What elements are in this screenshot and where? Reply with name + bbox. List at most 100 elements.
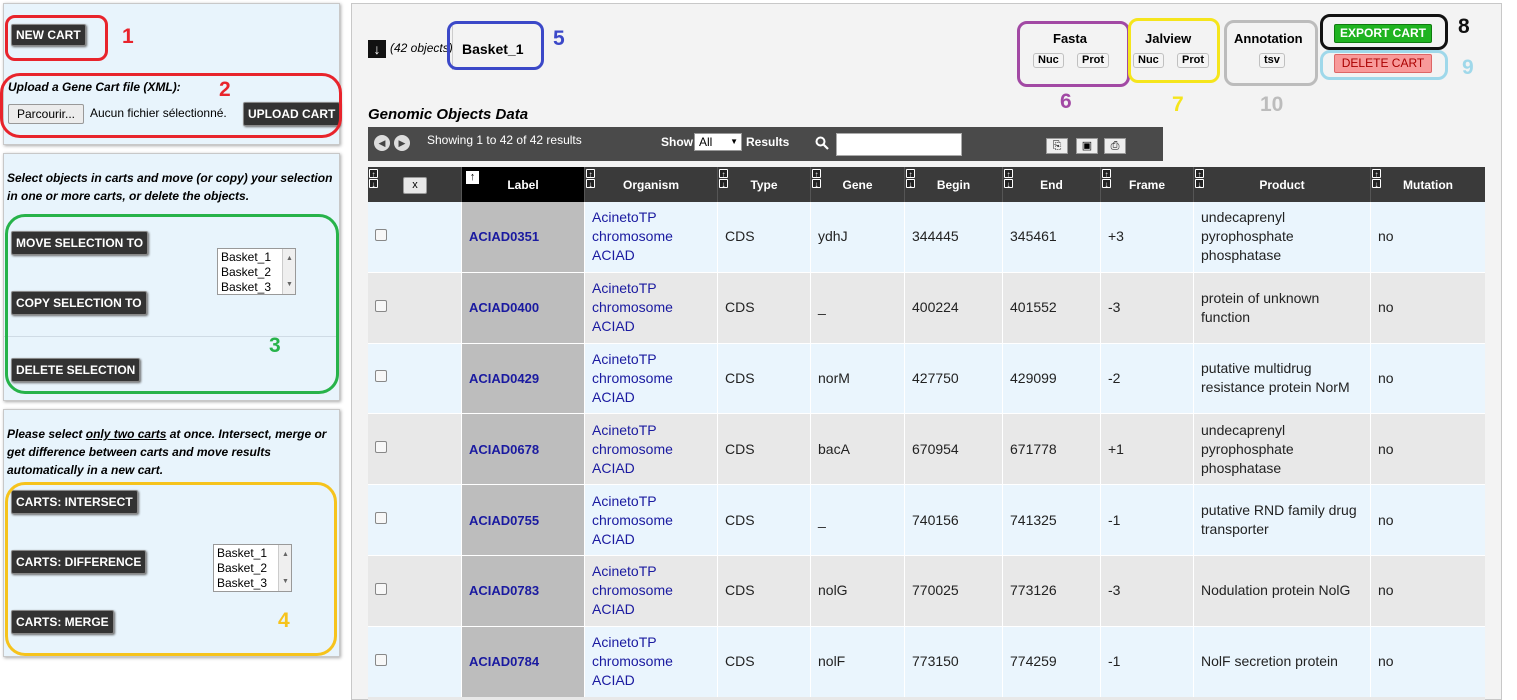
clear-selection-button[interactable]: x [403, 177, 427, 194]
column-header-label[interactable]: ↑ Label [462, 167, 585, 202]
column-header-type[interactable]: ↑ ↓ Type [718, 167, 811, 202]
object-label-link[interactable]: ACIAD0784 [469, 652, 539, 671]
column-header-gene[interactable]: ↑ ↓ Gene [811, 167, 905, 202]
begin-value: 740156 [912, 511, 959, 528]
cell-org: AcinetoTP chromosome ACIAD [585, 556, 718, 626]
column-header-product[interactable]: ↑ ↓ Product [1194, 167, 1371, 202]
show-select[interactable]: All ▼ [694, 133, 742, 151]
column-header-frame[interactable]: ↑ ↓ Frame [1101, 167, 1194, 202]
object-label-link[interactable]: ACIAD0429 [469, 369, 539, 388]
cell-end: 671778 [1003, 414, 1101, 485]
organism-line: ACIAD [592, 672, 635, 689]
sort-icon[interactable]: ↑ ↓ [1195, 169, 1204, 189]
cell-org: AcinetoTP chromosome ACIAD [585, 626, 718, 697]
object-label-link[interactable]: ACIAD0783 [469, 581, 539, 600]
organism-line: ACIAD [592, 388, 635, 405]
sort-up-icon[interactable]: ↑ [466, 171, 479, 184]
cell-gene: _ [811, 485, 905, 555]
cell-prod: putative multidrug resistance protein Nor… [1194, 343, 1371, 414]
search-input[interactable] [836, 133, 962, 156]
row-checkbox[interactable] [375, 370, 387, 383]
object-label-link[interactable]: ACIAD0678 [469, 440, 539, 459]
column-header-begin[interactable]: ↑ ↓ Begin [905, 167, 1003, 202]
annotation-ring-2 [0, 73, 342, 138]
cell-prod: undecaprenyl pyrophosphate phosphatase [1194, 202, 1371, 272]
copy-icon[interactable]: ⎘ [1046, 138, 1068, 154]
column-header-mutation[interactable]: ↑ ↓ Mutation [1371, 167, 1485, 202]
sort-icon[interactable]: ↑ ↓ [1372, 169, 1381, 189]
organism-line: ACIAD [592, 530, 635, 547]
product-text: putative RND family drug transporter [1201, 501, 1357, 539]
cell-mutation: no [1371, 556, 1485, 626]
organism-link[interactable]: AcinetoTP chromosome ACIAD [592, 208, 673, 265]
cell-end: 429099 [1003, 343, 1101, 414]
download-arrow-icon[interactable]: ↓ [368, 40, 386, 58]
row-checkbox[interactable] [375, 512, 387, 525]
product-line: NolF secretion protein [1201, 653, 1338, 670]
end-value: 345461 [1010, 228, 1057, 245]
cell-cb [368, 485, 462, 555]
row-checkbox[interactable] [375, 228, 387, 241]
cell-type: CDS [718, 556, 811, 626]
save-icon[interactable]: ▣ [1076, 138, 1098, 154]
cell-org: AcinetoTP chromosome ACIAD [585, 343, 718, 414]
product-text: undecaprenyl pyrophosphate phosphatase [1201, 208, 1294, 265]
sort-icon[interactable]: ↑ ↓ [812, 169, 821, 189]
sort-icon[interactable]: ↑ ↓ [586, 169, 595, 189]
product-line: undecaprenyl [1201, 421, 1286, 438]
organism-link[interactable]: AcinetoTP chromosome ACIAD [592, 421, 673, 478]
cell-end: 345461 [1003, 202, 1101, 272]
column-header-select[interactable]: ↑ ↓ x [368, 167, 462, 202]
table-row: ACIAD0755 AcinetoTP chromosome ACIAD CDS _ 740… [368, 485, 1485, 556]
product-line: Nodulation protein NolG [1201, 582, 1351, 599]
product-text: undecaprenyl pyrophosphate phosphatase [1201, 421, 1294, 478]
next-page-icon[interactable]: ▶ [394, 135, 410, 151]
gene-value: nolF [818, 653, 846, 670]
annotation-ring-1 [5, 15, 108, 61]
row-checkbox[interactable] [375, 299, 387, 312]
type-value: CDS [725, 582, 755, 599]
organism-line: ACIAD [592, 459, 635, 476]
row-checkbox[interactable] [375, 653, 387, 666]
sort-icon[interactable]: ↑ ↓ [719, 169, 728, 189]
sort-icon[interactable]: ↑ ↓ [906, 169, 915, 189]
cell-end: 401552 [1003, 272, 1101, 343]
column-product-text: Product [1259, 178, 1305, 192]
sort-icon[interactable]: ↑ ↓ [369, 169, 378, 189]
annotation-ring-10 [1224, 20, 1318, 86]
row-checkbox[interactable] [375, 582, 387, 595]
prev-page-icon[interactable]: ◀ [374, 135, 390, 151]
print-icon[interactable]: ⎙ [1104, 138, 1126, 154]
organism-link[interactable]: AcinetoTP chromosome ACIAD [592, 562, 673, 619]
product-line: pyrophosphate [1201, 440, 1294, 457]
object-label-link[interactable]: ACIAD0400 [469, 298, 539, 317]
cell-mutation: no [1371, 202, 1485, 272]
cell-cb [368, 626, 462, 697]
organism-link[interactable]: AcinetoTP chromosome ACIAD [592, 279, 673, 336]
table-row: ACIAD0678 AcinetoTP chromosome ACIAD CDS bacA… [368, 414, 1485, 486]
annotation-number-9: 9 [1462, 56, 1474, 79]
mutation-value: no [1378, 440, 1394, 457]
mutation-value: no [1378, 369, 1394, 386]
organism-line: AcinetoTP [592, 563, 657, 580]
product-line: phosphatase [1201, 459, 1282, 476]
cell-org: AcinetoTP chromosome ACIAD [585, 272, 718, 343]
cell-end: 773126 [1003, 556, 1101, 626]
annotation-number-10: 10 [1260, 93, 1284, 116]
cell-mutation: no [1371, 414, 1485, 484]
organism-link[interactable]: AcinetoTP chromosome ACIAD [592, 350, 673, 407]
product-line: putative multidrug [1201, 360, 1312, 377]
sort-icon[interactable]: ↑ ↓ [1004, 169, 1013, 189]
object-label-link[interactable]: ACIAD0755 [469, 511, 539, 530]
organism-link[interactable]: AcinetoTP chromosome ACIAD [592, 492, 673, 549]
row-checkbox[interactable] [375, 441, 387, 454]
cell-type: CDS [718, 414, 811, 485]
product-text: protein of unknown function [1201, 289, 1319, 327]
sort-icon[interactable]: ↑ ↓ [1102, 169, 1111, 189]
organism-link[interactable]: AcinetoTP chromosome ACIAD [592, 633, 673, 690]
object-label-link[interactable]: ACIAD0351 [469, 227, 539, 246]
cell-frame: -2 [1101, 343, 1194, 414]
column-header-organism[interactable]: ↑ ↓ Organism [585, 167, 718, 202]
column-header-end[interactable]: ↑ ↓ End [1003, 167, 1101, 202]
cell-frame: -3 [1101, 556, 1194, 626]
